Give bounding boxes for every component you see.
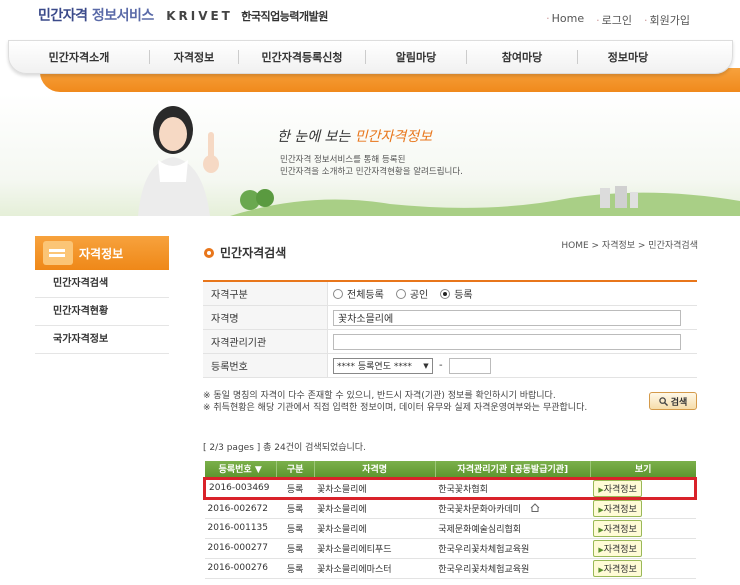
title-bullet-icon (204, 247, 214, 258)
logo-text-1: 민간자격 (38, 8, 88, 24)
hero-banner: 한 눈에 보는 민간자격정보 민간자격 정보서비스를 통해 등록된 민간자격을 … (0, 94, 740, 216)
view-info-button[interactable]: ▶자격정보 (593, 519, 642, 537)
home-icon[interactable] (530, 503, 540, 512)
main-content: 민간자격검색 HOME > 자격정보 > 민간자격검색 자격구분 전체등록 공인… (177, 216, 722, 585)
col-regno[interactable]: 등록번호 ▼ (204, 461, 277, 478)
col-view: 보기 (589, 461, 696, 478)
banner-title: 한 눈에 보는 민간자격정보 (277, 129, 433, 145)
signup-link[interactable]: · 회원가입 (644, 12, 690, 28)
org-input[interactable] (333, 333, 681, 350)
nav-item-intro[interactable]: 민간자격소개 (9, 49, 149, 65)
regno-dash: - (439, 360, 443, 371)
name-label: 자격명 (203, 306, 328, 329)
col-name: 자격명 (313, 461, 436, 478)
search-icon (658, 396, 668, 406)
person-illustration (138, 106, 219, 216)
logo-krivet: KRIVET (166, 9, 233, 23)
radio-certified[interactable] (395, 288, 406, 299)
cell-type: 등록 (276, 538, 314, 559)
cell-name: 꽃차소믈리에 (314, 476, 436, 500)
cell-name: 꽃차소믈리에티푸드 (314, 538, 436, 559)
cell-org: 한국꽃차협회 (435, 476, 591, 500)
cell-type: 등록 (276, 498, 314, 519)
cell-org: 국제문화예술심리협회 (435, 518, 591, 539)
utility-nav: · Home · 로그인 · 회원가입 (546, 12, 690, 28)
banner-description: 민간자격 정보서비스를 통해 등록된 민간자격을 소개하고 민간자격현황을 알려… (280, 155, 463, 177)
radio-certified-label[interactable]: 공인 (410, 286, 428, 301)
cell-name: 꽃차소믈리에 (314, 518, 436, 539)
col-org: 자격관리기관 [공동발급기관] (434, 461, 591, 478)
radio-all-label[interactable]: 전체등록 (347, 286, 384, 301)
search-form: 자격구분 전체등록 공인 등록 자격명 자격관리기관 등록번호 **** 등록연… (203, 280, 697, 378)
cell-org: 한국우리꽃차체험교육원 (435, 558, 591, 579)
side-nav: 자격정보 민간자격검색 민간자격현황 국가자격정보 (35, 236, 169, 354)
result-summary: [ 2/3 pages ] 총 24건이 검색되었습니다. (203, 443, 366, 453)
home-link[interactable]: · Home (546, 12, 584, 28)
table-header: 등록번호 ▼ 구분 자격명 자격관리기관 [공동발급기관] 보기 (204, 461, 696, 478)
bullet-icon: · (644, 14, 648, 27)
side-nav-item-status[interactable]: 민간자격현황 (35, 298, 169, 326)
table-row: 2016-000277 등록 꽃차소믈리에티푸드 한국우리꽃차체험교육원 ▶자격… (204, 538, 696, 559)
search-button[interactable]: 검색 (649, 392, 697, 410)
login-link[interactable]: · 로그인 (596, 12, 632, 28)
nav-item-participation[interactable]: 참여마당 (467, 49, 577, 65)
cell-regno: 2016-001135 (204, 518, 277, 539)
main-nav: 민간자격소개 자격정보 민간자격등록신청 알림마당 참여마당 정보마당 (8, 40, 733, 74)
side-nav-item-search[interactable]: 민간자격검색 (35, 270, 169, 298)
org-label: 자격관리기관 (203, 330, 328, 353)
chevron-down-icon: ▼ (423, 361, 429, 370)
cell-regno: 2016-000277 (204, 538, 277, 559)
radio-registered-label[interactable]: 등록 (454, 286, 472, 301)
breadcrumb: HOME > 자격정보 > 민간자격검색 (561, 241, 698, 251)
nav-item-qualification-info[interactable]: 자격정보 (150, 49, 238, 65)
site-logo[interactable]: 민간자격 정보서비스 KRIVET 한국직업능력개발원 (38, 5, 328, 25)
bullet-icon: · (546, 12, 550, 25)
table-row: 2016-002672 등록 꽃차소믈리에 한국꽃차문화아카데미 ▶자격정보 (204, 498, 696, 519)
cell-org: 한국꽃차문화아카데미 (435, 498, 591, 519)
side-nav-item-national[interactable]: 국가자격정보 (35, 326, 169, 354)
regno-label: 등록번호 (203, 354, 328, 377)
page-title: 민간자격검색 (204, 244, 286, 261)
form-row-name: 자격명 (203, 306, 697, 330)
view-info-button[interactable]: ▶자격정보 (593, 559, 642, 577)
cell-type: 등록 (276, 476, 314, 500)
nav-item-notice[interactable]: 알림마당 (366, 49, 466, 65)
cell-regno: 2016-002672 (204, 498, 277, 519)
main-nav-wrap: 민간자격소개 자격정보 민간자격등록신청 알림마당 참여마당 정보마당 (0, 38, 740, 94)
qualification-name-input[interactable] (333, 309, 681, 326)
cell-org: 한국우리꽃차체험교육원 (435, 538, 591, 559)
table-row: 2016-003469 등록 꽃차소믈리에 한국꽃차협회 ▶자격정보 (203, 476, 698, 500)
view-info-button[interactable]: ▶자격정보 (593, 500, 642, 517)
table-row: 2016-001135 등록 꽃차소믈리에 국제문화예술심리협회 ▶자격정보 (204, 518, 696, 539)
bullet-icon: · (596, 14, 600, 27)
logo-text-2: 정보서비스 (91, 8, 154, 24)
document-icon (43, 241, 73, 265)
table-row: 2016-000276 등록 꽃차소믈리에마스터 한국우리꽃차체험교육원 ▶자격… (204, 558, 696, 579)
radio-registered[interactable] (440, 288, 451, 299)
form-row-org: 자격관리기관 (203, 330, 697, 354)
reg-year-select[interactable]: **** 등록연도 **** ▼ (333, 357, 433, 374)
form-row-regno: 등록번호 **** 등록연도 **** ▼ - (203, 354, 697, 378)
landscape-illustration (230, 186, 740, 216)
type-label: 자격구분 (203, 282, 328, 305)
cell-name: 꽃차소믈리에마스터 (314, 558, 436, 579)
regno-input[interactable] (448, 357, 491, 374)
view-info-button[interactable]: ▶자격정보 (593, 539, 642, 557)
view-info-button[interactable]: ▶자격정보 (593, 479, 642, 497)
radio-all[interactable] (333, 288, 343, 299)
results-table: 등록번호 ▼ 구분 자격명 자격관리기관 [공동발급기관] 보기 2016-00… (203, 461, 698, 579)
form-row-type: 자격구분 전체등록 공인 등록 (203, 282, 697, 306)
cell-type: 등록 (276, 518, 314, 539)
cell-regno: 2016-003469 (203, 476, 277, 500)
cell-type: 등록 (276, 558, 314, 579)
cell-regno: 2016-000276 (204, 558, 277, 579)
search-notes: ※ 동일 명칭의 자격이 다수 존재할 수 있으니, 반드시 자격(기관) 정보… (203, 391, 588, 413)
col-type: 구분 (275, 461, 314, 478)
side-nav-title: 자격정보 (35, 236, 169, 270)
nav-item-registration[interactable]: 민간자격등록신청 (239, 49, 365, 65)
logo-org: 한국직업능력개발원 (241, 10, 328, 23)
cell-name: 꽃차소믈리에 (314, 498, 436, 519)
site-header: 민간자격 정보서비스 KRIVET 한국직업능력개발원 · Home · 로그인 ·… (0, 0, 740, 38)
nav-item-info[interactable]: 정보마당 (578, 49, 678, 65)
